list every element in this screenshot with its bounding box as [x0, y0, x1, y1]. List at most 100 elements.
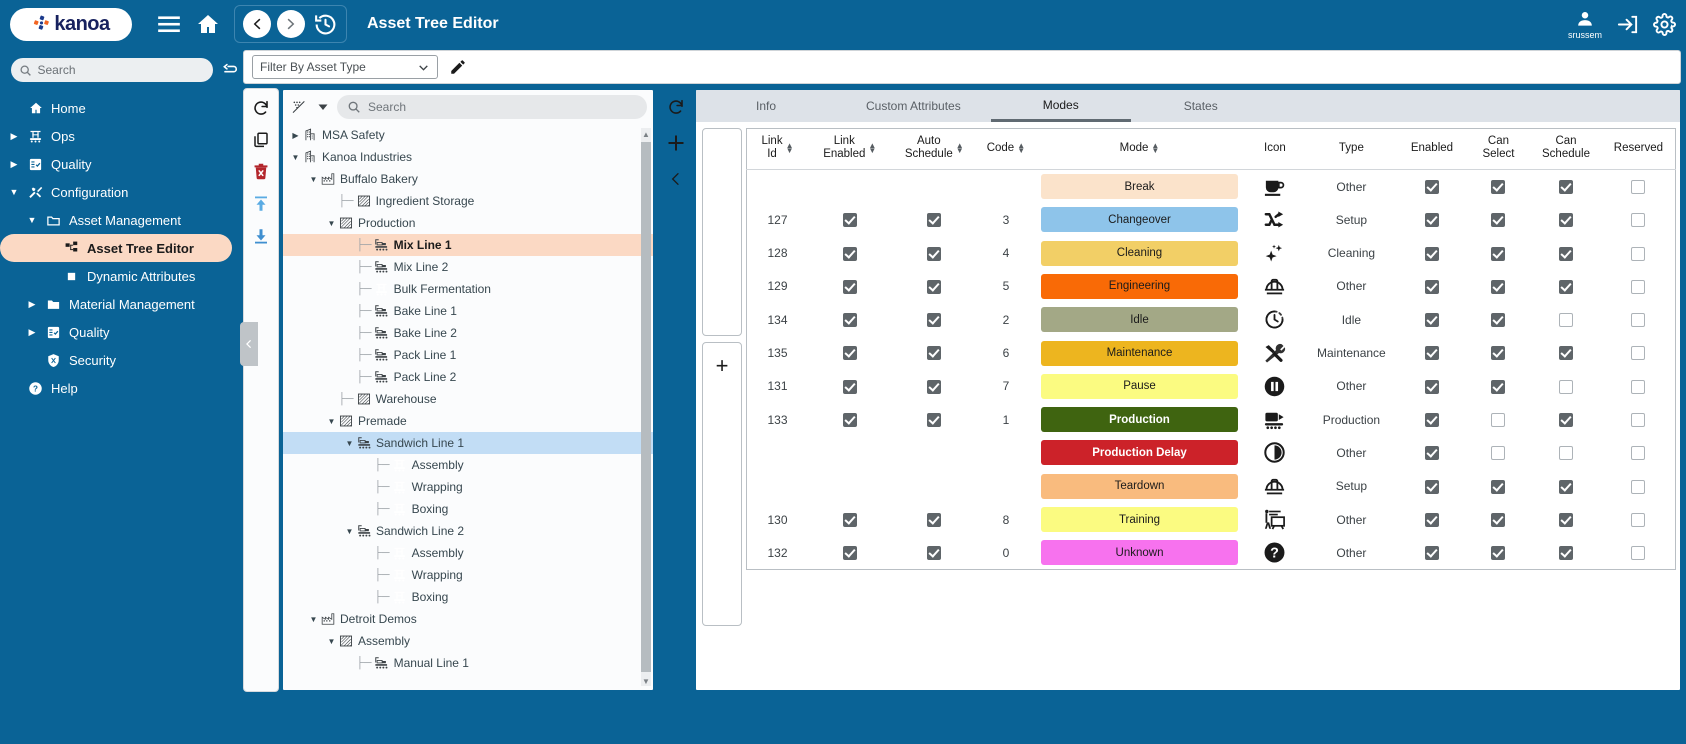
sort-arrows-icon[interactable]: ▲ ▼: [1151, 141, 1159, 154]
tree-node[interactable]: ▼ Kanoa Industries: [283, 146, 653, 168]
enabled-checkbox[interactable]: [1424, 479, 1439, 494]
auto-schedule-checkbox[interactable]: [927, 346, 942, 361]
column-header-link-id[interactable]: Link Id ▲ ▼: [746, 128, 809, 171]
chevron-down-icon[interactable]: ▼: [307, 175, 320, 184]
tree-node[interactable]: ▼ Sandwich Line 2: [283, 520, 653, 542]
table-row[interactable]: 134 2 Idle Idle: [747, 303, 1676, 336]
chevron-down-icon[interactable]: ▼: [325, 417, 338, 426]
table-row[interactable]: Teardown Setup: [747, 470, 1676, 503]
tree-node[interactable]: ├─ Assembly: [283, 542, 653, 564]
tree-filter-dropdown-icon[interactable]: [313, 101, 333, 113]
cell-mode[interactable]: Unknown: [1035, 536, 1244, 569]
tree-node[interactable]: ├─ Mix Line 1: [283, 234, 653, 256]
sort-arrows-icon[interactable]: ▲ ▼: [868, 141, 876, 154]
reserved-checkbox[interactable]: [1631, 446, 1646, 461]
sidebar-item-quality[interactable]: ▶ Quality: [0, 318, 240, 346]
column-header-auto-schedule[interactable]: Auto Schedule ▲ ▼: [891, 128, 978, 171]
enabled-checkbox[interactable]: [1424, 213, 1439, 228]
tree-node[interactable]: ├─ Boxing: [283, 498, 653, 520]
table-row[interactable]: Break Other: [747, 170, 1676, 203]
column-header-link-enabled[interactable]: Link Enabled ▲ ▼: [808, 128, 892, 171]
table-row[interactable]: 131 7 Pause Other: [747, 370, 1676, 403]
tab-info[interactable]: Info: [696, 90, 836, 122]
reserved-checkbox[interactable]: [1631, 313, 1646, 328]
can-select-checkbox[interactable]: [1491, 413, 1506, 428]
enabled-checkbox[interactable]: [1424, 246, 1439, 261]
link-enabled-checkbox[interactable]: [842, 346, 857, 361]
can-select-checkbox[interactable]: [1491, 313, 1506, 328]
chevron-down-icon[interactable]: ▼: [289, 153, 302, 162]
tree-node[interactable]: ├─ Boxing: [283, 586, 653, 608]
table-row[interactable]: Production Delay Other: [747, 436, 1676, 469]
reserved-checkbox[interactable]: [1631, 213, 1646, 228]
table-row[interactable]: 130 8 Training Other: [747, 503, 1676, 536]
auto-schedule-checkbox[interactable]: [927, 313, 942, 328]
link-enabled-checkbox[interactable]: [842, 246, 857, 261]
can-schedule-checkbox[interactable]: [1559, 213, 1573, 228]
can-select-checkbox[interactable]: [1491, 180, 1506, 195]
cell-mode[interactable]: Idle: [1035, 303, 1244, 336]
cell-mode[interactable]: Production: [1035, 403, 1244, 436]
sidebar-item-asset-tree-editor[interactable]: Asset Tree Editor: [0, 234, 232, 262]
can-schedule-checkbox[interactable]: [1559, 346, 1573, 361]
tree-node[interactable]: ▼ Sandwich Line 1: [283, 432, 653, 454]
enabled-checkbox[interactable]: [1424, 180, 1439, 195]
tree-node[interactable]: ▼ Buffalo Bakery: [283, 168, 653, 190]
can-select-checkbox[interactable]: [1491, 213, 1506, 228]
reserved-checkbox[interactable]: [1631, 246, 1646, 261]
can-schedule-checkbox[interactable]: [1559, 546, 1573, 561]
enabled-checkbox[interactable]: [1424, 346, 1439, 361]
logout-icon[interactable]: [1616, 13, 1639, 36]
reserved-checkbox[interactable]: [1631, 379, 1646, 394]
link-enabled-checkbox[interactable]: [842, 279, 857, 294]
can-schedule-checkbox[interactable]: [1559, 479, 1573, 494]
reserved-checkbox[interactable]: [1631, 346, 1646, 361]
sidebar-item-quality[interactable]: ▶ Quality: [0, 150, 240, 178]
tree-scroll-thumb[interactable]: [641, 142, 651, 672]
chevron-down-icon[interactable]: ▼: [343, 439, 356, 448]
link-enabled-checkbox[interactable]: [842, 313, 857, 328]
chevron-down-icon[interactable]: ▼: [8, 187, 20, 197]
tree-node[interactable]: ▼ Assembly: [283, 630, 653, 652]
auto-schedule-checkbox[interactable]: [927, 246, 942, 261]
tree-node[interactable]: ▼ Production: [283, 212, 653, 234]
tree-node[interactable]: ├─ Pack Line 1: [283, 344, 653, 366]
sidebar-item-configuration[interactable]: ▼ Configuration: [0, 178, 240, 206]
auto-schedule-checkbox[interactable]: [927, 413, 942, 428]
auto-schedule-checkbox[interactable]: [927, 213, 942, 228]
cell-mode[interactable]: Engineering: [1035, 270, 1244, 303]
can-schedule-checkbox[interactable]: [1559, 379, 1573, 394]
can-select-checkbox[interactable]: [1491, 379, 1506, 394]
history-icon[interactable]: [313, 12, 338, 37]
sidebar-item-asset-management[interactable]: ▼ Asset Management: [0, 206, 240, 234]
cell-mode[interactable]: Production Delay: [1035, 436, 1244, 469]
pencil-icon[interactable]: [448, 57, 468, 77]
hamburger-icon[interactable]: [156, 11, 182, 37]
reserved-checkbox[interactable]: [1631, 546, 1646, 561]
can-select-checkbox[interactable]: [1491, 512, 1506, 527]
can-select-checkbox[interactable]: [1491, 246, 1506, 261]
tree-node[interactable]: ├─ Assembly: [283, 454, 653, 476]
column-header-code[interactable]: Code ▲ ▼: [977, 128, 1035, 171]
tab-custom-attributes[interactable]: Custom Attributes: [836, 90, 991, 122]
table-row[interactable]: 127 3 Changeover Setup: [747, 203, 1676, 236]
reserved-checkbox[interactable]: [1631, 279, 1646, 294]
link-enabled-checkbox[interactable]: [842, 379, 857, 394]
table-row[interactable]: 132 0 Unknown? Other: [747, 536, 1676, 569]
can-select-checkbox[interactable]: [1491, 546, 1506, 561]
auto-schedule-checkbox[interactable]: [927, 546, 942, 561]
kanoa-logo[interactable]: kanoa: [10, 7, 132, 41]
link-enabled-checkbox[interactable]: [842, 512, 857, 527]
refresh-icon[interactable]: [665, 96, 687, 118]
auto-schedule-checkbox[interactable]: [927, 279, 942, 294]
sort-arrows-icon[interactable]: ▲ ▼: [956, 141, 964, 154]
enabled-checkbox[interactable]: [1424, 446, 1439, 461]
user-account-button[interactable]: srussem: [1568, 9, 1602, 40]
cell-mode[interactable]: Break: [1035, 170, 1244, 203]
enabled-checkbox[interactable]: [1424, 379, 1439, 394]
auto-schedule-checkbox[interactable]: [927, 379, 942, 394]
link-enabled-checkbox[interactable]: [842, 546, 857, 561]
can-schedule-checkbox[interactable]: [1559, 246, 1573, 261]
settings-gear-icon[interactable]: [1653, 12, 1676, 36]
can-select-checkbox[interactable]: [1491, 279, 1506, 294]
